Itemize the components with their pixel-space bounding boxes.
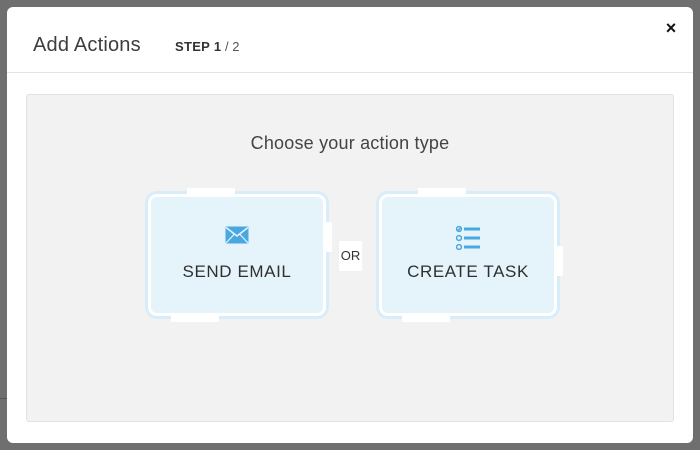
or-separator: OR <box>339 241 362 271</box>
send-email-label: SEND EMAIL <box>182 262 292 281</box>
card-tab <box>171 316 219 322</box>
card-tab <box>402 316 450 322</box>
add-actions-modal: Add Actions STEP 1 / 2 × Choose your act… <box>7 7 693 443</box>
step-total: / 2 <box>221 39 240 54</box>
card-tab <box>326 222 332 252</box>
action-type-prompt: Choose your action type <box>250 133 450 153</box>
close-icon: × <box>665 18 677 38</box>
create-task-label: CREATE TASK <box>407 262 529 281</box>
modal-body: Choose your action type SEND EMAIL OR CR… <box>26 94 674 422</box>
create-task-option[interactable]: CREATE TASK <box>379 188 563 322</box>
card-tab <box>557 246 563 276</box>
card-tab <box>187 188 235 194</box>
card-tab <box>418 188 466 194</box>
step-indicator: STEP 1 / 2 <box>175 39 239 54</box>
close-button[interactable]: × <box>661 18 681 38</box>
step-current: STEP 1 <box>175 39 222 54</box>
modal-header: Add Actions STEP 1 / 2 × <box>7 7 693 73</box>
modal-title: Add Actions <box>33 34 141 56</box>
envelope-icon <box>151 226 323 250</box>
task-list-icon <box>382 226 554 250</box>
send-email-option[interactable]: SEND EMAIL <box>148 188 332 322</box>
